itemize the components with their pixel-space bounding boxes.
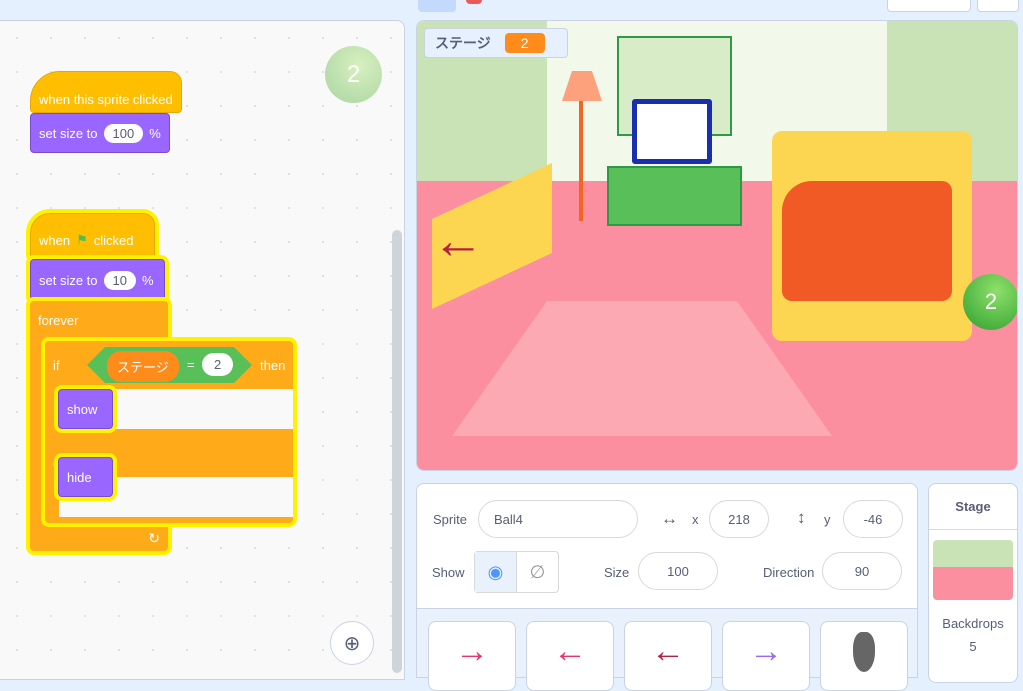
stage-title: Stage xyxy=(929,484,1017,530)
code-scrollbar[interactable] xyxy=(392,230,402,673)
code-area[interactable]: 2 when this sprite clicked set size to 10… xyxy=(0,20,405,680)
laptop xyxy=(632,99,712,164)
block-text: set size to xyxy=(39,272,98,288)
stage-variable-reporter[interactable]: ステージ xyxy=(107,351,179,382)
backdrop-thumbnail[interactable] xyxy=(933,540,1013,600)
backdrops-label: Backdrops xyxy=(942,616,1004,631)
stage-canvas[interactable]: ← 2 xyxy=(416,20,1018,471)
show-visible-button[interactable]: ◉ xyxy=(475,552,517,592)
x-label: x xyxy=(692,512,699,527)
stop-button[interactable] xyxy=(466,0,482,4)
show-label: Show xyxy=(432,565,465,580)
set-size-block[interactable]: set size to 100% xyxy=(30,113,170,153)
equals-sign: = xyxy=(187,357,195,372)
sprite-tile-bat[interactable] xyxy=(820,621,908,691)
lamp xyxy=(562,71,602,101)
monitor-label: ステージ xyxy=(435,35,491,51)
sprite-tile-arrow-left[interactable]: ← xyxy=(526,621,614,691)
size-input[interactable]: 10 xyxy=(103,270,136,290)
when-flag-clicked-block[interactable]: when ⚑ clicked xyxy=(30,213,155,259)
block-text: % xyxy=(149,125,161,141)
loop-arrow-icon: ↻ xyxy=(148,530,160,546)
then-label: then xyxy=(260,358,286,373)
green-flag-icon: ⚑ xyxy=(76,232,88,247)
fullscreen-button[interactable] xyxy=(977,0,1019,12)
block-text: when xyxy=(39,232,71,248)
block-text: when this sprite clicked xyxy=(39,91,173,107)
show-block[interactable]: show xyxy=(58,389,113,429)
sprite-label: Sprite xyxy=(433,512,467,527)
zoom-in-button[interactable]: ⊕ xyxy=(330,621,374,665)
when-sprite-clicked-block[interactable]: when this sprite clicked xyxy=(30,71,182,113)
horizontal-arrows-icon: ↔ xyxy=(661,509,678,528)
desk xyxy=(607,166,742,226)
backdrops-count: 5 xyxy=(969,639,977,654)
set-size-block[interactable]: set size to 10% xyxy=(30,259,165,301)
size-input[interactable]: 100 xyxy=(103,123,144,143)
y-input[interactable]: -46 xyxy=(843,500,903,538)
monitor-value: 2 xyxy=(504,33,545,53)
green-flag-button[interactable] xyxy=(418,0,456,12)
arrow-sprite[interactable]: ← xyxy=(432,211,484,271)
if-label: if xyxy=(53,357,60,373)
sprite-info-panel: Sprite Ball4 ↔ x 218 ↕ y -46 Show ◉ ∅ Si… xyxy=(416,483,918,613)
forever-label: forever xyxy=(38,312,79,328)
sprite-list: → ← ← → xyxy=(416,608,918,691)
sprite-tile-arrow-left-dark[interactable]: ← xyxy=(624,621,712,691)
block-text: clicked xyxy=(93,232,134,248)
size-input[interactable]: 100 xyxy=(638,552,718,590)
compare-input[interactable]: 2 xyxy=(202,353,234,376)
ball-sprite[interactable]: 2 xyxy=(963,274,1017,330)
lamp-pole xyxy=(579,101,583,221)
x-input[interactable]: 218 xyxy=(709,500,769,538)
direction-input[interactable]: 90 xyxy=(822,552,902,590)
block-text: % xyxy=(142,272,154,288)
block-text: set size to xyxy=(39,125,98,141)
small-stage-button[interactable] xyxy=(887,0,971,12)
sprite-name-input[interactable]: Ball4 xyxy=(478,500,638,538)
variable-monitor[interactable]: ステージ 2 xyxy=(424,28,568,58)
dragged-sprite-ball[interactable]: 2 xyxy=(325,46,382,103)
sprite-tile-arrow-right-purple[interactable]: → xyxy=(722,621,810,691)
blanket xyxy=(782,181,952,301)
hide-invisible-button[interactable]: ∅ xyxy=(517,552,558,592)
vertical-arrows-icon: ↕ xyxy=(797,508,806,527)
direction-label: Direction xyxy=(763,565,815,580)
hide-block[interactable]: hide xyxy=(58,457,113,497)
y-label: y xyxy=(824,512,831,527)
bat-icon xyxy=(853,632,875,672)
size-label: Size xyxy=(604,565,630,580)
stage-selector[interactable]: Stage Backdrops 5 xyxy=(928,483,1018,683)
sprite-tile-arrow-right[interactable]: → xyxy=(428,621,516,691)
